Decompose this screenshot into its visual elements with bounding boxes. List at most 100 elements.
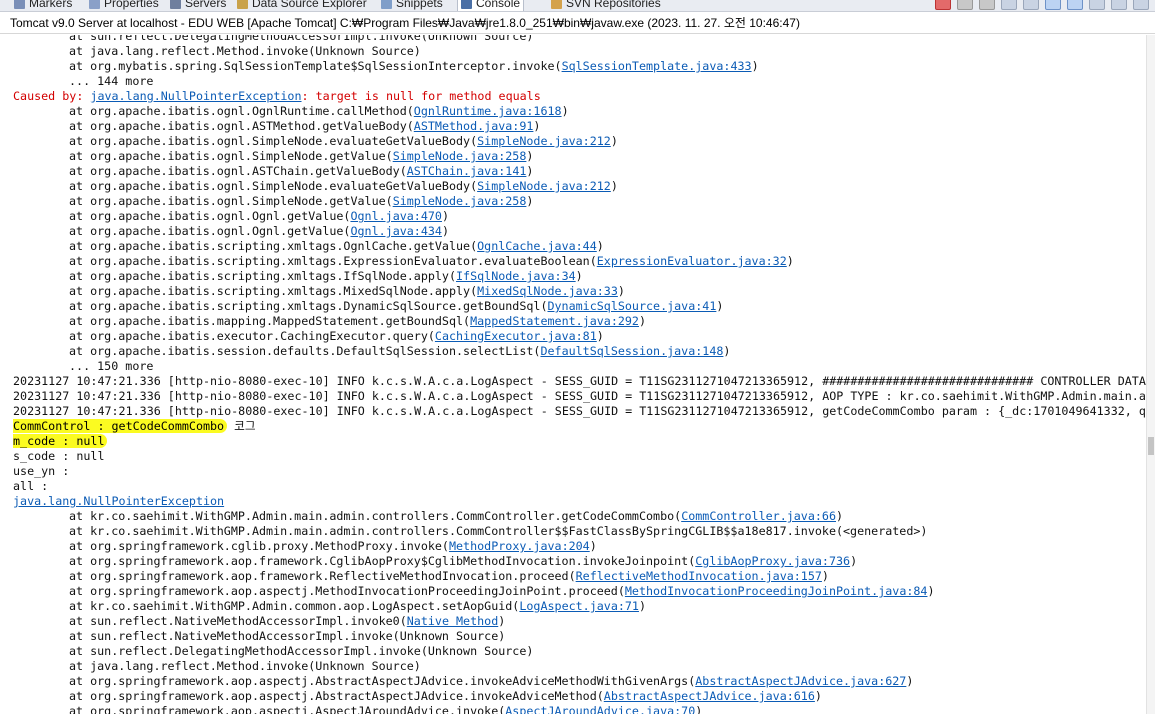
open-console-icon[interactable] [1111, 0, 1127, 10]
source-link[interactable]: SimpleNode.java:212 [477, 179, 611, 193]
source-link[interactable]: Ognl.java:470 [350, 209, 441, 223]
source-link[interactable]: MethodProxy.java:204 [449, 539, 590, 553]
vertical-scrollbar[interactable] [1146, 35, 1155, 714]
console-text-suffix: ) [526, 164, 534, 178]
source-link[interactable]: ASTMethod.java:91 [414, 119, 534, 133]
console-text: at org.apache.ibatis.scripting.xmltags.D… [69, 299, 548, 313]
source-link[interactable]: ReflectiveMethodInvocation.java:157 [576, 569, 822, 583]
console-line: 20231127 10:47:21.336 [http-nio-8080-exe… [0, 374, 1147, 389]
console-text: at org.apache.ibatis.ognl.SimpleNode.eva… [69, 179, 478, 193]
source-link[interactable]: SimpleNode.java:258 [393, 149, 527, 163]
console-text: at org.apache.ibatis.ognl.Ognl.getValue( [69, 209, 351, 223]
console-text: at org.springframework.aop.aspectj.Abstr… [69, 689, 604, 703]
source-link[interactable]: ExpressionEvaluator.java:32 [597, 254, 787, 268]
source-link[interactable]: LogAspect.java:71 [519, 599, 639, 613]
source-link[interactable]: DefaultSqlSession.java:148 [540, 344, 723, 358]
tab-snippets[interactable]: Snippets [381, 0, 443, 11]
console-line: at org.apache.ibatis.ognl.Ognl.getValue(… [0, 224, 1147, 239]
console-line: at kr.co.saehimit.WithGMP.Admin.common.a… [0, 599, 1147, 614]
console-line: at org.apache.ibatis.ognl.ASTChain.getVa… [0, 164, 1147, 179]
console-text-suffix: ) [610, 134, 618, 148]
tab-properties[interactable]: Properties [89, 0, 159, 11]
tab-data-source-explorer[interactable]: Data Source Explorer [237, 0, 367, 11]
source-link[interactable]: DynamicSqlSource.java:41 [547, 299, 716, 313]
word-wrap-icon[interactable] [1045, 0, 1061, 10]
console-text-suffix: ) [589, 539, 597, 553]
tab-label: Data Source Explorer [252, 0, 367, 10]
display-selected-icon[interactable] [1089, 0, 1105, 10]
tab-console[interactable]: Console [457, 0, 525, 11]
tab-servers[interactable]: Servers [170, 0, 226, 11]
source-link[interactable]: SimpleNode.java:258 [393, 194, 527, 208]
source-link[interactable]: Native Method [407, 614, 498, 628]
console-line: all : [0, 479, 1147, 494]
source-link[interactable]: java.lang.NullPointerException [13, 494, 224, 508]
source-link[interactable]: SqlSessionTemplate.java:433 [562, 59, 752, 73]
source-link[interactable]: AbstractAspectJAdvice.java:627 [695, 674, 906, 688]
console-text-suffix: ) [716, 299, 724, 313]
source-link[interactable]: CachingExecutor.java:81 [435, 329, 597, 343]
source-link[interactable]: ASTChain.java:141 [407, 164, 527, 178]
console-text: at org.apache.ibatis.executor.CachingExe… [69, 329, 435, 343]
console-text: 20231127 10:47:21.336 [http-nio-8080-exe… [13, 389, 1147, 403]
console-text-suffix: ) [821, 569, 829, 583]
console-line: at org.apache.ibatis.ognl.SimpleNode.eva… [0, 134, 1147, 149]
console-text: 20231127 10:47:21.336 [http-nio-8080-exe… [13, 374, 1146, 388]
console-line: s_code : null [0, 449, 1147, 464]
console-text-suffix: ) [638, 314, 647, 328]
console-line: m_code : null [0, 434, 1147, 449]
console-text: at org.apache.ibatis.ognl.OgnlRuntime.ca… [69, 104, 414, 118]
remove-all-icon[interactable] [979, 0, 995, 10]
source-link[interactable]: AbstractAspectJAdvice.java:616 [604, 689, 815, 703]
console-text-suffix: 코그 [227, 419, 256, 433]
console-text-suffix: ) [695, 704, 703, 714]
console-line: at java.lang.reflect.Method.invoke(Unkno… [0, 659, 1147, 674]
remove-launch-icon[interactable] [957, 0, 973, 10]
source-link[interactable]: AspectJAroundAdvice.java:70 [505, 704, 695, 714]
console-text: at org.springframework.aop.framework.Ref… [69, 569, 576, 583]
console-text-suffix: ) [561, 104, 569, 118]
console-text: at org.apache.ibatis.ognl.Ognl.getValue( [69, 224, 351, 238]
highlighted-text: m_code : null [13, 434, 108, 448]
source-link[interactable]: MixedSqlNode.java:33 [477, 284, 618, 298]
console-text-suffix: ) [927, 584, 935, 598]
source-link[interactable]: OgnlRuntime.java:1618 [414, 104, 562, 118]
console-text: at kr.co.saehimit.WithGMP.Admin.common.a… [69, 599, 520, 613]
console-title: Tomcat v9.0 Server at localhost - EDU WE… [0, 12, 1155, 34]
console-text: at org.springframework.cglib.proxy.Metho… [69, 539, 449, 553]
minimize-icon[interactable] [1133, 0, 1149, 10]
source-link[interactable]: java.lang.NullPointerException [90, 89, 301, 103]
source-link[interactable]: SimpleNode.java:212 [477, 134, 611, 148]
console-line: at org.apache.ibatis.ognl.Ognl.getValue(… [0, 209, 1147, 224]
console-output[interactable]: at sun.reflect.DelegatingMethodAccessorI… [0, 35, 1147, 714]
console-text-suffix: ) [836, 509, 844, 523]
scrollbar-thumb[interactable] [1148, 437, 1154, 455]
scroll-lock-icon[interactable] [1023, 0, 1039, 10]
console-text: at java.lang.reflect.Method.invoke(Unkno… [69, 44, 421, 58]
console-line: at java.lang.reflect.Method.invoke(Unkno… [0, 44, 1147, 59]
source-link[interactable]: CommController.java:66 [681, 509, 836, 523]
tab-label: Console [476, 0, 521, 10]
tab-svn-repositories[interactable]: SVN Repositories [551, 0, 661, 11]
source-link[interactable]: MappedStatement.java:292 [470, 314, 639, 328]
source-link[interactable]: MethodInvocationProceedingJoinPoint.java… [625, 584, 928, 598]
console-text-suffix: ) [610, 179, 618, 193]
console-line: at org.apache.ibatis.ognl.OgnlRuntime.ca… [0, 104, 1147, 119]
pin-console-icon[interactable] [1067, 0, 1083, 10]
clear-console-icon[interactable] [1001, 0, 1017, 10]
console-text: at org.apache.ibatis.ognl.SimpleNode.eva… [69, 134, 478, 148]
terminate-icon[interactable] [935, 0, 951, 10]
console-text: at java.lang.reflect.Method.invoke(Unkno… [69, 659, 421, 673]
console-text: at org.mybatis.spring.SqlSessionTemplate… [69, 59, 562, 73]
console-line: at org.apache.ibatis.scripting.xmltags.E… [0, 254, 1147, 269]
source-link[interactable]: IfSqlNode.java:34 [456, 269, 576, 283]
source-link[interactable]: Ognl.java:434 [350, 224, 441, 238]
console-line: at org.springframework.cglib.proxy.Metho… [0, 539, 1147, 554]
console-line: at org.apache.ibatis.scripting.xmltags.D… [0, 299, 1147, 314]
console-text: at org.springframework.aop.framework.Cgl… [69, 554, 696, 568]
console-text: at sun.reflect.DelegatingMethodAccessorI… [69, 35, 534, 43]
tab-markers[interactable]: Markers [14, 0, 72, 11]
source-link[interactable]: CglibAopProxy.java:736 [695, 554, 850, 568]
console-line: at sun.reflect.DelegatingMethodAccessorI… [0, 35, 1147, 44]
source-link[interactable]: OgnlCache.java:44 [477, 239, 597, 253]
